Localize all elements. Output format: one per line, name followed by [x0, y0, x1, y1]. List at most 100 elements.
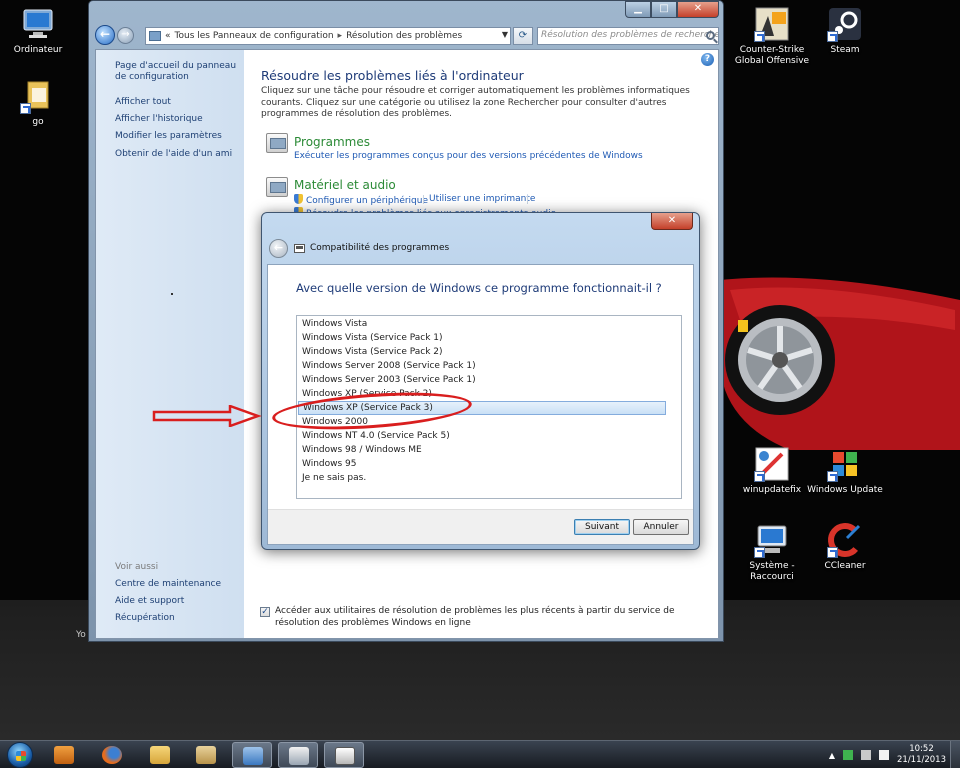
- forward-button[interactable]: →: [117, 27, 134, 44]
- left-pane: Page d'accueil du panneau de configurati…: [96, 50, 244, 638]
- link-help-support[interactable]: Aide et support: [115, 596, 184, 607]
- search-icon[interactable]: [706, 31, 715, 40]
- troubleshooter-icon: [289, 747, 309, 765]
- minimize-button[interactable]: ▁: [625, 1, 651, 18]
- taskbar: ▲ 10:52 21/11/2013: [0, 740, 960, 768]
- desktop-stray-text: Yo: [76, 630, 86, 640]
- admin-shield-icon: [294, 194, 303, 204]
- link-configure-device[interactable]: Configurer un périphérique: [294, 194, 428, 206]
- windows-logo-icon: [16, 751, 26, 761]
- taskbar-troubleshooter[interactable]: [278, 742, 318, 768]
- intro-text: Cliquez sur une tâche pour résoudre et c…: [261, 86, 690, 119]
- dialog-heading: Avec quelle version de Windows ce progra…: [296, 281, 662, 295]
- cancel-button[interactable]: Annuler: [633, 519, 689, 535]
- link-run-older-programs[interactable]: Exécuter les programmes conçus pour des …: [294, 151, 643, 161]
- back-button[interactable]: ←: [95, 25, 115, 45]
- help-icon[interactable]: ?: [701, 53, 714, 66]
- breadcrumb-control-panel[interactable]: Tous les Panneaux de configuration: [175, 31, 334, 41]
- list-item[interactable]: Windows 95: [298, 457, 666, 471]
- desktop-icon-ccleaner[interactable]: CCleaner: [807, 522, 883, 572]
- link-get-help-friend[interactable]: Obtenir de l'aide d'un ami: [115, 149, 232, 160]
- csgo-icon: [754, 6, 790, 42]
- desktop-icon-csgo[interactable]: Counter-Strike Global Offensive: [734, 6, 810, 67]
- show-hidden-icons-icon[interactable]: ▲: [829, 751, 835, 760]
- link-history[interactable]: Afficher l'historique: [115, 114, 203, 125]
- breadcrumb-separator-icon[interactable]: ▸: [338, 31, 343, 41]
- windows-update-icon: [827, 446, 863, 482]
- start-orb-icon: [7, 742, 33, 768]
- dialog-back-button[interactable]: ←: [269, 239, 288, 258]
- taskbar-folder[interactable]: [186, 742, 226, 768]
- list-item[interactable]: Windows NT 4.0 (Service Pack 5): [298, 429, 666, 443]
- desktop-icon-windows-update[interactable]: Windows Update: [807, 446, 883, 496]
- shortcut-arrow-icon: [827, 547, 838, 558]
- start-button[interactable]: [4, 741, 36, 768]
- shortcut-arrow-icon: [754, 471, 765, 482]
- system-icon: [754, 522, 790, 558]
- link-control-panel-home[interactable]: Page d'accueil du panneau de configurati…: [115, 61, 239, 83]
- volume-icon[interactable]: [861, 750, 871, 760]
- online-troubleshooters-checkbox[interactable]: ✓: [260, 607, 270, 617]
- desktop-icon-label: winupdatefix: [742, 485, 802, 495]
- hardware-category-icon: [266, 177, 288, 197]
- link-recovery[interactable]: Récupération: [115, 613, 175, 624]
- link-show-all[interactable]: Afficher tout: [115, 97, 171, 108]
- maximize-button[interactable]: □: [651, 1, 677, 18]
- compatibility-dialog: ✕ ← Compatibilité des programmes Avec qu…: [261, 212, 700, 550]
- link-use-printer[interactable]: Utiliser une imprimante: [429, 194, 535, 204]
- network-icon[interactable]: [843, 750, 853, 760]
- action-center-flag-icon[interactable]: [879, 750, 889, 760]
- link-separator: [527, 195, 528, 204]
- link-action-center[interactable]: Centre de maintenance: [115, 579, 221, 590]
- taskbar-control-panel[interactable]: [232, 742, 272, 768]
- control-panel-icon: [243, 747, 263, 765]
- list-item[interactable]: Windows 98 / Windows ME: [298, 443, 666, 457]
- desktop-icon-steam[interactable]: Steam: [807, 6, 883, 56]
- link-change-settings[interactable]: Modifier les paramètres: [115, 131, 222, 142]
- desktop-icon-label: go: [32, 117, 44, 127]
- desktop-icon-label: Windows Update: [807, 485, 883, 495]
- list-item[interactable]: Windows Server 2003 (Service Pack 1): [298, 373, 666, 387]
- desktop-icon-label: Système - Raccourci: [749, 561, 795, 582]
- desktop-icon-label: Steam: [830, 45, 860, 55]
- list-item[interactable]: Windows Server 2008 (Service Pack 1): [298, 359, 666, 373]
- desktop-icon-systeme[interactable]: Système - Raccourci: [734, 522, 810, 583]
- media-player-icon: [54, 746, 74, 764]
- dialog-close-button[interactable]: ✕: [651, 213, 693, 230]
- page-title: Résoudre les problèmes liés à l'ordinate…: [261, 68, 524, 83]
- taskbar-explorer[interactable]: [140, 742, 180, 768]
- list-item[interactable]: Je ne sais pas.: [298, 471, 666, 485]
- desktop-icon-go[interactable]: go: [0, 78, 76, 128]
- taskbar-media-player[interactable]: [44, 742, 84, 768]
- folder-icon: [196, 746, 216, 764]
- close-button[interactable]: ✕: [677, 1, 719, 18]
- taskbar-compatibility[interactable]: [324, 742, 364, 768]
- system-tray: ▲ 10:52 21/11/2013: [829, 743, 946, 767]
- desktop-icon-label: Ordinateur: [13, 45, 63, 55]
- online-troubleshooters-option[interactable]: ✓ Accéder aux utilitaires de résolution …: [260, 606, 710, 629]
- list-item[interactable]: Windows Vista (Service Pack 1): [298, 331, 666, 345]
- explorer-folder-icon: [150, 746, 170, 764]
- chevron-down-icon[interactable]: ▼: [502, 30, 508, 39]
- clock[interactable]: 10:52 21/11/2013: [897, 744, 946, 766]
- desktop-icon-label: CCleaner: [824, 561, 866, 571]
- breadcrumb-troubleshooting[interactable]: Résolution des problèmes: [346, 31, 462, 41]
- link-configure-device-label: Configurer un périphérique: [306, 196, 429, 206]
- shortcut-arrow-icon: [827, 31, 838, 42]
- list-item[interactable]: Windows Vista: [298, 317, 666, 331]
- program-compatibility-icon: [335, 747, 355, 765]
- taskbar-firefox[interactable]: [92, 742, 132, 768]
- desktop-icon-ordinateur[interactable]: Ordinateur: [0, 6, 76, 56]
- list-item[interactable]: Windows Vista (Service Pack 2): [298, 345, 666, 359]
- category-programs-title[interactable]: Programmes: [294, 135, 370, 149]
- search-input[interactable]: Résolution des problèmes de recherche: [537, 27, 719, 45]
- show-desktop-button[interactable]: [950, 741, 960, 768]
- category-hardware-title[interactable]: Matériel et audio: [294, 178, 396, 192]
- next-button[interactable]: Suivant: [574, 519, 630, 535]
- ccleaner-icon: [827, 522, 863, 558]
- window-controls: ▁ □ ✕: [625, 1, 719, 18]
- refresh-button[interactable]: ⟳: [513, 27, 533, 45]
- desktop-icon-winupdatefix[interactable]: winupdatefix: [734, 446, 810, 496]
- shortcut-arrow-icon: [754, 31, 765, 42]
- address-bar[interactable]: « Tous les Panneaux de configuration ▸ R…: [145, 27, 511, 45]
